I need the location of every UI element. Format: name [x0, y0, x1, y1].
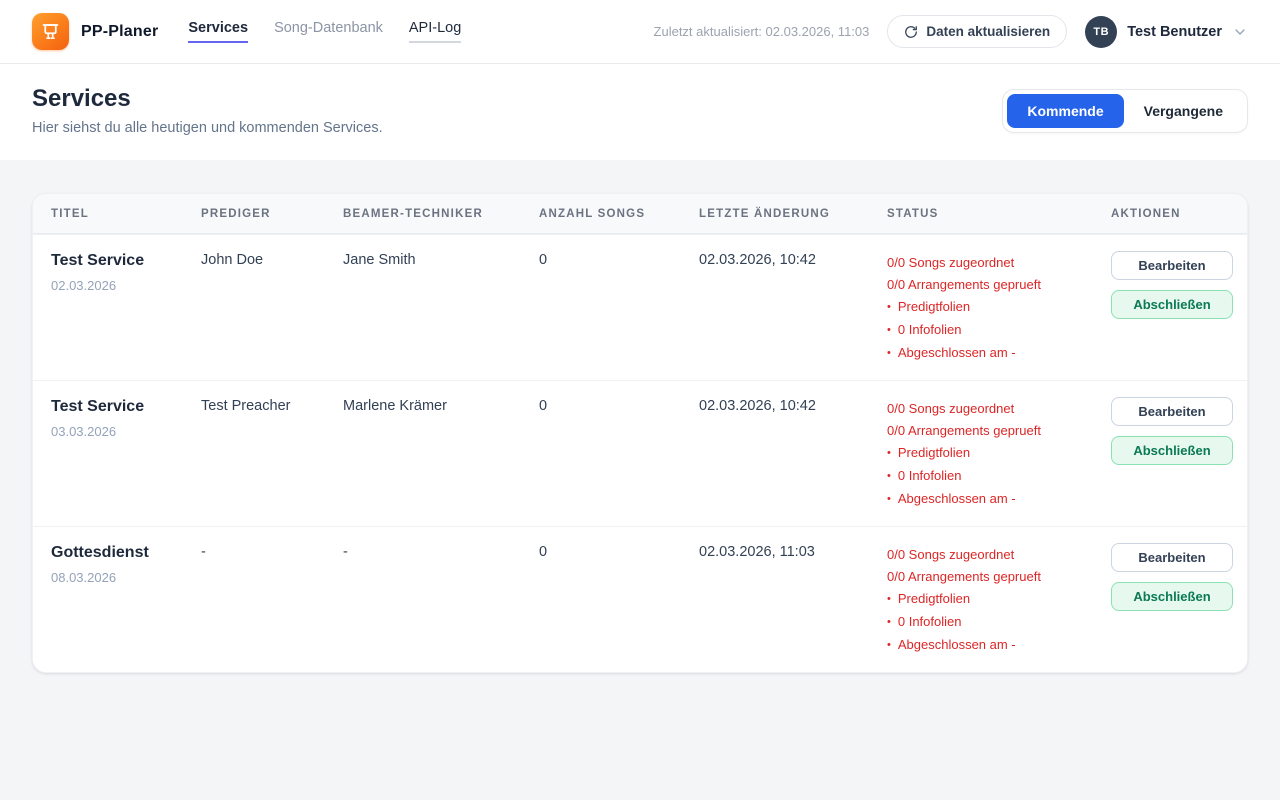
status-line: 0/0 Songs zugeordnet [887, 544, 1101, 566]
service-date: 03.03.2026 [51, 424, 191, 439]
status-line: •0 Infofolien [887, 611, 1101, 634]
refresh-button-label: Daten aktualisieren [926, 24, 1050, 39]
refresh-data-button[interactable]: Daten aktualisieren [887, 15, 1067, 48]
status-line: 0/0 Songs zugeordnet [887, 252, 1101, 274]
service-last-change: 02.03.2026, 11:03 [699, 527, 887, 575]
bullet-glyph: • [887, 296, 891, 318]
column-header-status: STATUS [887, 208, 1111, 220]
bullet-glyph: • [887, 611, 891, 633]
service-technician: Marlene Krämer [343, 381, 539, 429]
service-preacher: John Doe [201, 235, 343, 283]
nav-item-services[interactable]: Services [188, 20, 248, 43]
service-technician: - [343, 527, 539, 575]
bullet-glyph: • [887, 488, 891, 510]
complete-button[interactable]: Abschließen [1111, 436, 1233, 465]
nav-item-song-database[interactable]: Song-Datenbank [274, 20, 383, 43]
service-status: 0/0 Songs zugeordnet 0/0 Arrangements ge… [887, 235, 1111, 380]
service-preacher: Test Preacher [201, 381, 343, 429]
table-row: Test Service 03.03.2026 Test Preacher Ma… [33, 380, 1247, 526]
bullet-glyph: • [887, 342, 891, 364]
service-title: Test Service [51, 398, 191, 416]
refresh-icon [904, 25, 918, 39]
status-line: 0/0 Arrangements geprueft [887, 420, 1101, 442]
avatar: TB [1085, 16, 1117, 48]
service-last-change: 02.03.2026, 10:42 [699, 235, 887, 283]
status-line: •Predigtfolien [887, 442, 1101, 465]
service-last-change: 02.03.2026, 10:42 [699, 381, 887, 429]
page-header: Services Hier siehst du alle heutigen un… [0, 64, 1280, 160]
bullet-glyph: • [887, 465, 891, 487]
column-header-last-change: LETZTE ÄNDERUNG [699, 208, 887, 220]
column-header-beamer: BEAMER-TECHNIKER [343, 208, 539, 220]
chevron-down-icon [1232, 24, 1248, 40]
status-line: •Abgeschlossen am - [887, 634, 1101, 657]
user-menu[interactable]: TB Test Benutzer [1085, 16, 1248, 48]
filter-past-button[interactable]: Vergangene [1124, 94, 1243, 128]
bullet-glyph: • [887, 319, 891, 341]
edit-button[interactable]: Bearbeiten [1111, 251, 1233, 280]
service-song-count: 0 [539, 235, 699, 283]
service-status: 0/0 Songs zugeordnet 0/0 Arrangements ge… [887, 527, 1111, 672]
page-title: Services [32, 85, 383, 113]
status-line: •0 Infofolien [887, 319, 1101, 342]
service-song-count: 0 [539, 381, 699, 429]
user-name: Test Benutzer [1127, 24, 1222, 40]
table-row: Gottesdienst 08.03.2026 - - 0 02.03.2026… [33, 526, 1247, 672]
status-line: 0/0 Arrangements geprueft [887, 274, 1101, 296]
service-title: Test Service [51, 252, 191, 270]
last-updated-text: Zuletzt aktualisiert: 02.03.2026, 11:03 [654, 24, 870, 39]
service-status: 0/0 Songs zugeordnet 0/0 Arrangements ge… [887, 381, 1111, 526]
status-line: •Predigtfolien [887, 296, 1101, 319]
page-subtitle: Hier siehst du alle heutigen und kommend… [32, 120, 383, 136]
service-title: Gottesdienst [51, 544, 191, 562]
status-line: •Abgeschlossen am - [887, 488, 1101, 511]
main-content: TITEL PREDIGER BEAMER-TECHNIKER ANZAHL S… [0, 160, 1280, 706]
table-row: Test Service 02.03.2026 John Doe Jane Sm… [33, 234, 1247, 380]
bullet-glyph: • [887, 442, 891, 464]
status-line: •Predigtfolien [887, 588, 1101, 611]
column-header-prediger: PREDIGER [201, 208, 343, 220]
complete-button[interactable]: Abschließen [1111, 582, 1233, 611]
bullet-glyph: • [887, 634, 891, 656]
services-table-card: TITEL PREDIGER BEAMER-TECHNIKER ANZAHL S… [32, 193, 1248, 673]
status-line: 0/0 Songs zugeordnet [887, 398, 1101, 420]
service-song-count: 0 [539, 527, 699, 575]
brand-home-link[interactable]: PP-Planer [32, 13, 158, 50]
service-preacher: - [201, 527, 343, 575]
main-nav: Services Song-Datenbank API-Log [188, 20, 461, 43]
edit-button[interactable]: Bearbeiten [1111, 543, 1233, 572]
service-technician: Jane Smith [343, 235, 539, 283]
complete-button[interactable]: Abschließen [1111, 290, 1233, 319]
service-date: 08.03.2026 [51, 570, 191, 585]
column-header-titel: TITEL [51, 208, 201, 220]
column-header-actions: AKTIONEN [1111, 208, 1229, 220]
brand-name: PP-Planer [81, 23, 158, 41]
status-line: 0/0 Arrangements geprueft [887, 566, 1101, 588]
filter-upcoming-button[interactable]: Kommende [1007, 94, 1123, 128]
status-line: •0 Infofolien [887, 465, 1101, 488]
projector-screen-icon [32, 13, 69, 50]
edit-button[interactable]: Bearbeiten [1111, 397, 1233, 426]
service-filter-toggle: Kommende Vergangene [1002, 89, 1248, 133]
table-header-row: TITEL PREDIGER BEAMER-TECHNIKER ANZAHL S… [33, 194, 1247, 234]
bullet-glyph: • [887, 588, 891, 610]
topbar: PP-Planer Services Song-Datenbank API-Lo… [0, 0, 1280, 64]
nav-item-api-log[interactable]: API-Log [409, 20, 461, 43]
service-date: 02.03.2026 [51, 278, 191, 293]
status-line: •Abgeschlossen am - [887, 342, 1101, 365]
column-header-songs: ANZAHL SONGS [539, 208, 699, 220]
